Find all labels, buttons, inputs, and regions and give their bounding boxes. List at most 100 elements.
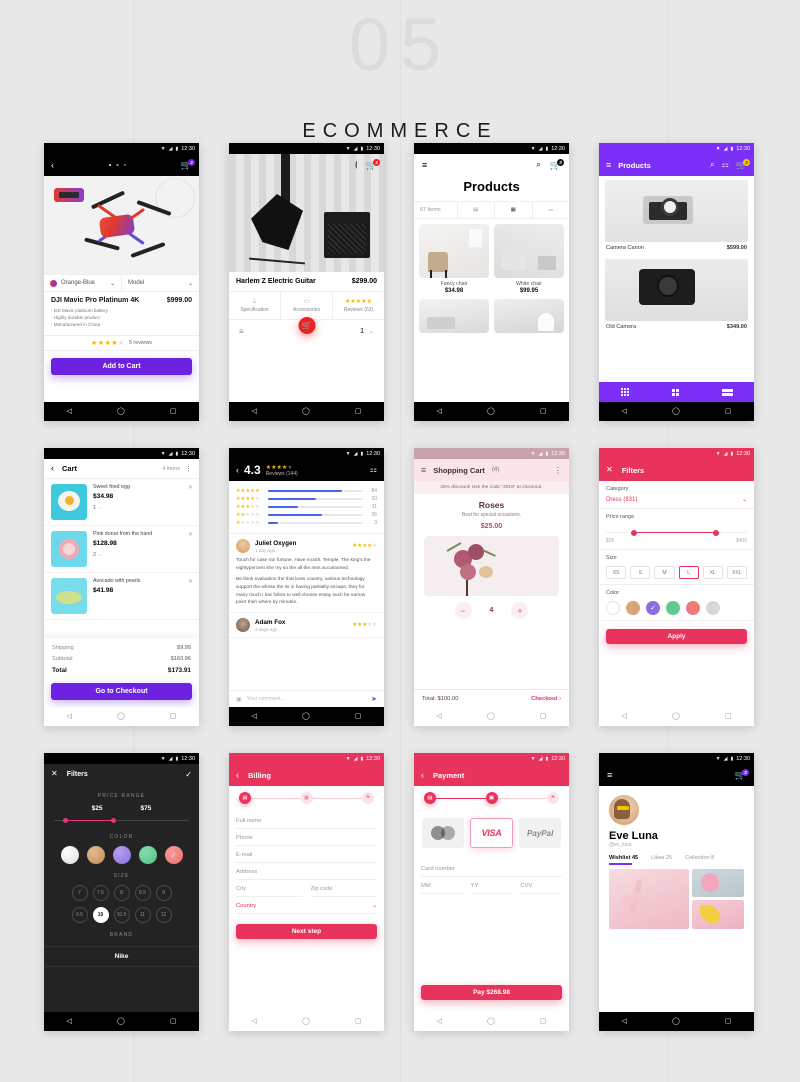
nav-recents-button[interactable]: ▢ [170, 713, 177, 720]
item-qty[interactable]: 2 ⌄ [93, 552, 192, 558]
model-select[interactable]: Model ⌄ [121, 275, 199, 291]
nav-recents-button[interactable]: ▢ [540, 1018, 547, 1025]
nav-home-button[interactable]: ◯ [302, 408, 310, 415]
payment-method-mastercard[interactable] [422, 818, 464, 848]
cvv-field[interactable]: CVV [520, 877, 563, 894]
nav-recents-button[interactable]: ▢ [170, 408, 177, 415]
cart-item[interactable]: Sweet fried egg $34.98 1 ⌄ ✕ [44, 479, 199, 526]
checkout-button[interactable]: Checkout › [531, 696, 561, 702]
size-option-9[interactable]: 9 [155, 885, 172, 901]
add-to-cart-button[interactable]: Add to Cart [51, 358, 192, 376]
color-option-purple[interactable]: ✓ [646, 601, 660, 615]
zip-field[interactable]: Zip code [310, 880, 377, 897]
tab-specification[interactable]: ⫝ Specification [229, 292, 280, 319]
nav-recents-button[interactable]: ▢ [540, 713, 547, 720]
item-qty[interactable]: 1 ⌄ [93, 505, 192, 511]
size-option-xxl[interactable]: XXL [726, 566, 748, 579]
nav-recents-button[interactable]: ▢ [725, 1018, 732, 1025]
color-option-red[interactable] [686, 601, 700, 615]
comment-input-bar[interactable]: ▣ Your comment... ➤ [229, 690, 384, 707]
card-number-field[interactable]: Card number [421, 860, 562, 877]
tab-likes[interactable]: Likes 25 [651, 855, 672, 861]
email-field[interactable]: E-mail [236, 846, 377, 863]
color-option-green[interactable] [666, 601, 680, 615]
nav-recents-button[interactable]: ▢ [355, 408, 362, 415]
price-slider[interactable] [54, 817, 189, 825]
brand-value[interactable]: Nike [44, 946, 199, 967]
close-icon[interactable]: ✕ [51, 770, 58, 778]
color-option-tan[interactable] [626, 601, 640, 615]
color-option-grey[interactable] [706, 601, 720, 615]
nav-home-button[interactable]: ◯ [117, 713, 125, 720]
size-option-8[interactable]: 8 [113, 885, 130, 901]
send-icon[interactable]: ➤ [371, 695, 377, 703]
step-card-icon[interactable]: ▣ [300, 792, 313, 804]
search-icon[interactable]: ⌕ [710, 161, 714, 169]
filter-icon[interactable]: ⚏ [722, 161, 729, 169]
color-option-red[interactable]: ✓ [164, 846, 183, 864]
nav-back-button[interactable]: ◁ [67, 1018, 72, 1025]
add-to-cart-fab[interactable]: 🛒 [298, 317, 315, 334]
country-select[interactable]: Country ⌄ [236, 897, 377, 914]
product-card[interactable]: Fancy chair $34.98 [419, 224, 489, 294]
full-name-field[interactable]: Full name [236, 812, 377, 829]
nav-recents-button[interactable]: ▢ [540, 408, 547, 415]
address-field[interactable]: Address [236, 863, 377, 880]
back-icon[interactable]: ‹ [236, 770, 239, 780]
rating-row[interactable]: ★★★★★ 5 reviews [44, 335, 199, 352]
grid-small-icon[interactable] [620, 388, 629, 396]
nav-home-button[interactable]: ◯ [672, 408, 680, 415]
back-icon[interactable]: ‹ [236, 160, 239, 170]
color-option-green[interactable] [138, 846, 157, 864]
nav-home-button[interactable]: ◯ [487, 713, 495, 720]
color-option-white[interactable] [60, 846, 79, 864]
nav-recents-button[interactable]: ▢ [355, 1018, 362, 1025]
size-option-8-5[interactable]: 8.5 [134, 885, 151, 901]
product-row[interactable]: Old Camera $349.00 [599, 255, 754, 334]
nav-home-button[interactable]: ◯ [672, 1018, 680, 1025]
product-card[interactable] [419, 299, 489, 333]
increase-button[interactable]: + [511, 602, 529, 619]
size-option-10[interactable]: 10 [92, 907, 109, 923]
filter-icon[interactable]: ⚏ [370, 466, 377, 474]
nav-home-button[interactable]: ◯ [117, 1018, 125, 1025]
filter-icon[interactable]: ⚏ [531, 202, 570, 218]
payment-method-visa[interactable]: VISA [469, 818, 514, 848]
size-option-xl[interactable]: XL [702, 566, 723, 579]
nav-recents-button[interactable]: ▢ [725, 408, 732, 415]
nav-back-button[interactable]: ◁ [437, 408, 442, 415]
gallery-tile[interactable] [692, 869, 744, 897]
cart-icon[interactable]: 🛒 3 [550, 158, 564, 170]
camera-icon[interactable]: ▣ [236, 696, 242, 703]
nav-back-button[interactable]: ◁ [67, 713, 72, 720]
category-select[interactable]: Dress (831) ⌄ [606, 496, 747, 504]
nav-home-button[interactable]: ◯ [487, 408, 495, 415]
size-option-9-5[interactable]: 9.5 [71, 907, 88, 923]
chevron-down-icon[interactable]: ⌄ [369, 328, 374, 335]
expiry-year-field[interactable]: YY [470, 877, 513, 894]
remove-item-icon[interactable]: ✕ [188, 531, 193, 538]
nav-recents-button[interactable]: ▢ [355, 713, 362, 720]
tab-wishlist[interactable]: Wishlist 45 [609, 855, 638, 865]
nav-back-button[interactable]: ◁ [437, 1018, 442, 1025]
city-field[interactable]: City [236, 880, 303, 897]
share-icon[interactable]: ⦗ [355, 161, 358, 169]
size-option-11[interactable]: 11 [134, 907, 151, 923]
menu-icon[interactable]: ≡ [421, 465, 426, 475]
nav-home-button[interactable]: ◯ [117, 408, 125, 415]
step-billing-icon[interactable]: ▤ [424, 792, 436, 804]
product-card[interactable] [494, 299, 564, 333]
step-flag-icon[interactable]: ⚑ [547, 792, 559, 804]
remove-item-icon[interactable]: ✕ [188, 578, 193, 585]
size-option-s[interactable]: S [630, 566, 651, 579]
list-view-icon[interactable]: ▤ [456, 202, 495, 218]
tab-reviews[interactable]: ★★★★★ Reviews (62) [332, 292, 384, 319]
go-to-checkout-button[interactable]: Go to Checkout [51, 683, 192, 700]
nav-home-button[interactable]: ◯ [302, 1018, 310, 1025]
remove-item-icon[interactable]: ✕ [188, 484, 193, 491]
phone-field[interactable]: Phone [236, 829, 377, 846]
menu-icon[interactable]: ≡ [606, 160, 611, 170]
menu-icon[interactable]: ≡ [239, 327, 244, 336]
grid-medium-icon[interactable] [671, 388, 679, 396]
more-vertical-icon[interactable]: ⋮ [185, 465, 192, 473]
